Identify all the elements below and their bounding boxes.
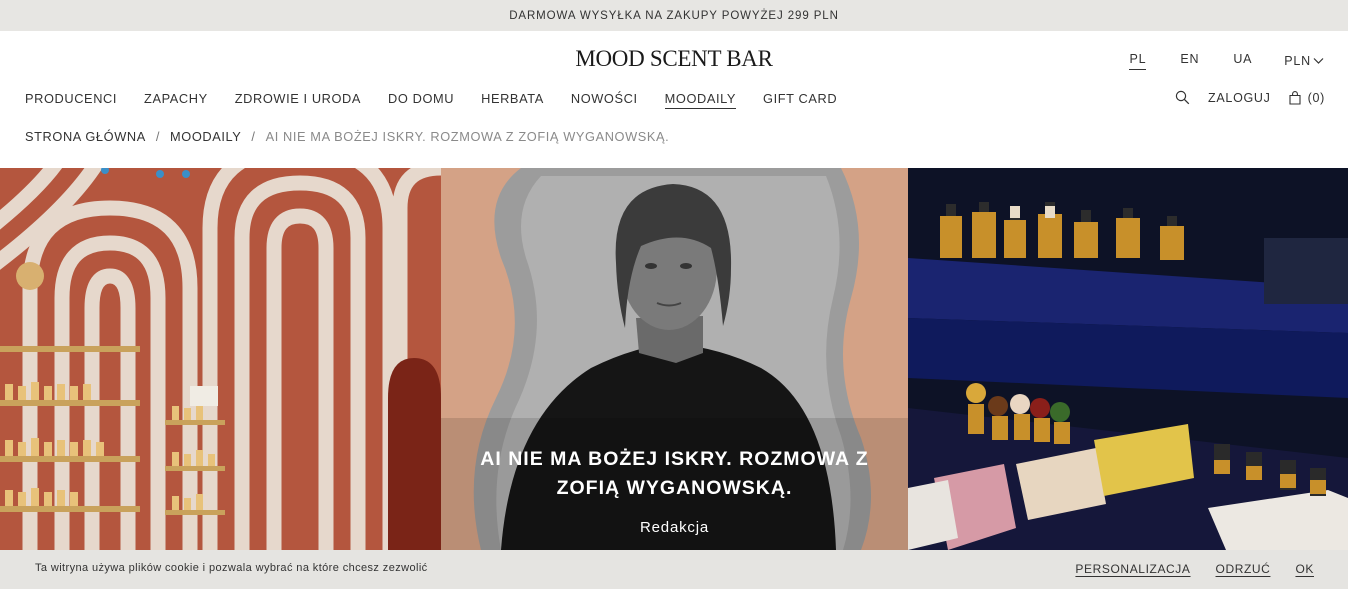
cookie-personalize-button[interactable]: PERSONALIZACJA	[1075, 562, 1190, 576]
hero-author: Redakcja	[640, 519, 709, 536]
nav-item-nowosci[interactable]: NOWOŚCI	[571, 91, 638, 109]
cookie-reject-button[interactable]: ODRZUĆ	[1216, 562, 1271, 576]
nav-item-zapachy[interactable]: ZAPACHY	[144, 91, 208, 109]
hero-banner[interactable]: AI NIE MA BOŻEJ ISKRY. ROZMOWA Z ZOFIĄ W…	[0, 168, 1348, 550]
cookie-consent-bar: Ta witryna używa plików cookie i pozwala…	[0, 550, 1348, 589]
currency-selector[interactable]: PLN	[1284, 52, 1324, 70]
hero-image-perfume-display	[908, 168, 1348, 550]
promo-text: DARMOWA WYSYŁKA NA ZAKUPY POWYŻEJ 299 PL…	[509, 9, 839, 22]
hero-title-line-1: AI NIE MA BOŻEJ ISKRY. ROZMOWA Z	[480, 448, 869, 470]
nav-item-moodaily[interactable]: MOODAILY	[664, 91, 737, 109]
currency-label: PLN	[1284, 54, 1311, 68]
language-pl[interactable]: PL	[1129, 52, 1147, 70]
breadcrumb-current: AI NIE MA BOŻEJ ISKRY. ROZMOWA Z ZOFIĄ W…	[265, 129, 670, 144]
language-en[interactable]: EN	[1180, 52, 1199, 70]
login-link[interactable]: ZALOGUJ	[1208, 91, 1271, 105]
breadcrumb-separator: /	[251, 129, 256, 144]
chevron-down-icon	[1313, 58, 1324, 64]
nav-item-herbata[interactable]: HERBATA	[481, 91, 544, 109]
hero-title-line-2: ZOFIĄ WYGANOWSKĄ.	[556, 477, 793, 499]
cookie-text: Ta witryna używa plików cookie i pozwala…	[35, 562, 428, 574]
main-navigation: PRODUCENCI ZAPACHY ZDROWIE I URODA DO DO…	[25, 91, 864, 109]
breadcrumb-home[interactable]: STRONA GŁÓWNA	[25, 129, 146, 144]
breadcrumb-separator: /	[155, 129, 161, 144]
nav-item-do-domu[interactable]: DO DOMU	[388, 91, 454, 109]
promo-bar: DARMOWA WYSYŁKA NA ZAKUPY POWYŻEJ 299 PL…	[0, 0, 1348, 31]
language-ua[interactable]: UA	[1233, 52, 1252, 70]
cookie-actions: PERSONALIZACJA ODRZUĆ OK	[1075, 562, 1314, 576]
header-actions: ZALOGUJ (0)	[1175, 90, 1325, 105]
breadcrumb: STRONA GŁÓWNA / MOODAILY / AI NIE MA BOŻ…	[25, 129, 669, 144]
hero-title[interactable]: AI NIE MA BOŻEJ ISKRY. ROZMOWA Z ZOFIĄ W…	[441, 445, 908, 503]
language-switcher: PL EN UA PLN	[1129, 52, 1324, 70]
hero-image-store-interior	[0, 168, 441, 550]
breadcrumb-section[interactable]: MOODAILY	[170, 129, 241, 144]
nav-item-gift-card[interactable]: GIFT CARD	[763, 91, 837, 109]
nav-item-producenci[interactable]: PRODUCENCI	[25, 91, 117, 109]
hero-caption: AI NIE MA BOŻEJ ISKRY. ROZMOWA Z ZOFIĄ W…	[441, 445, 908, 536]
nav-item-zdrowie-i-uroda[interactable]: ZDROWIE I URODA	[235, 91, 361, 109]
cookie-accept-button[interactable]: OK	[1295, 562, 1314, 576]
search-icon[interactable]	[1175, 90, 1190, 105]
shopping-bag-icon[interactable]	[1289, 90, 1301, 105]
cart-count[interactable]: (0)	[1308, 91, 1325, 105]
